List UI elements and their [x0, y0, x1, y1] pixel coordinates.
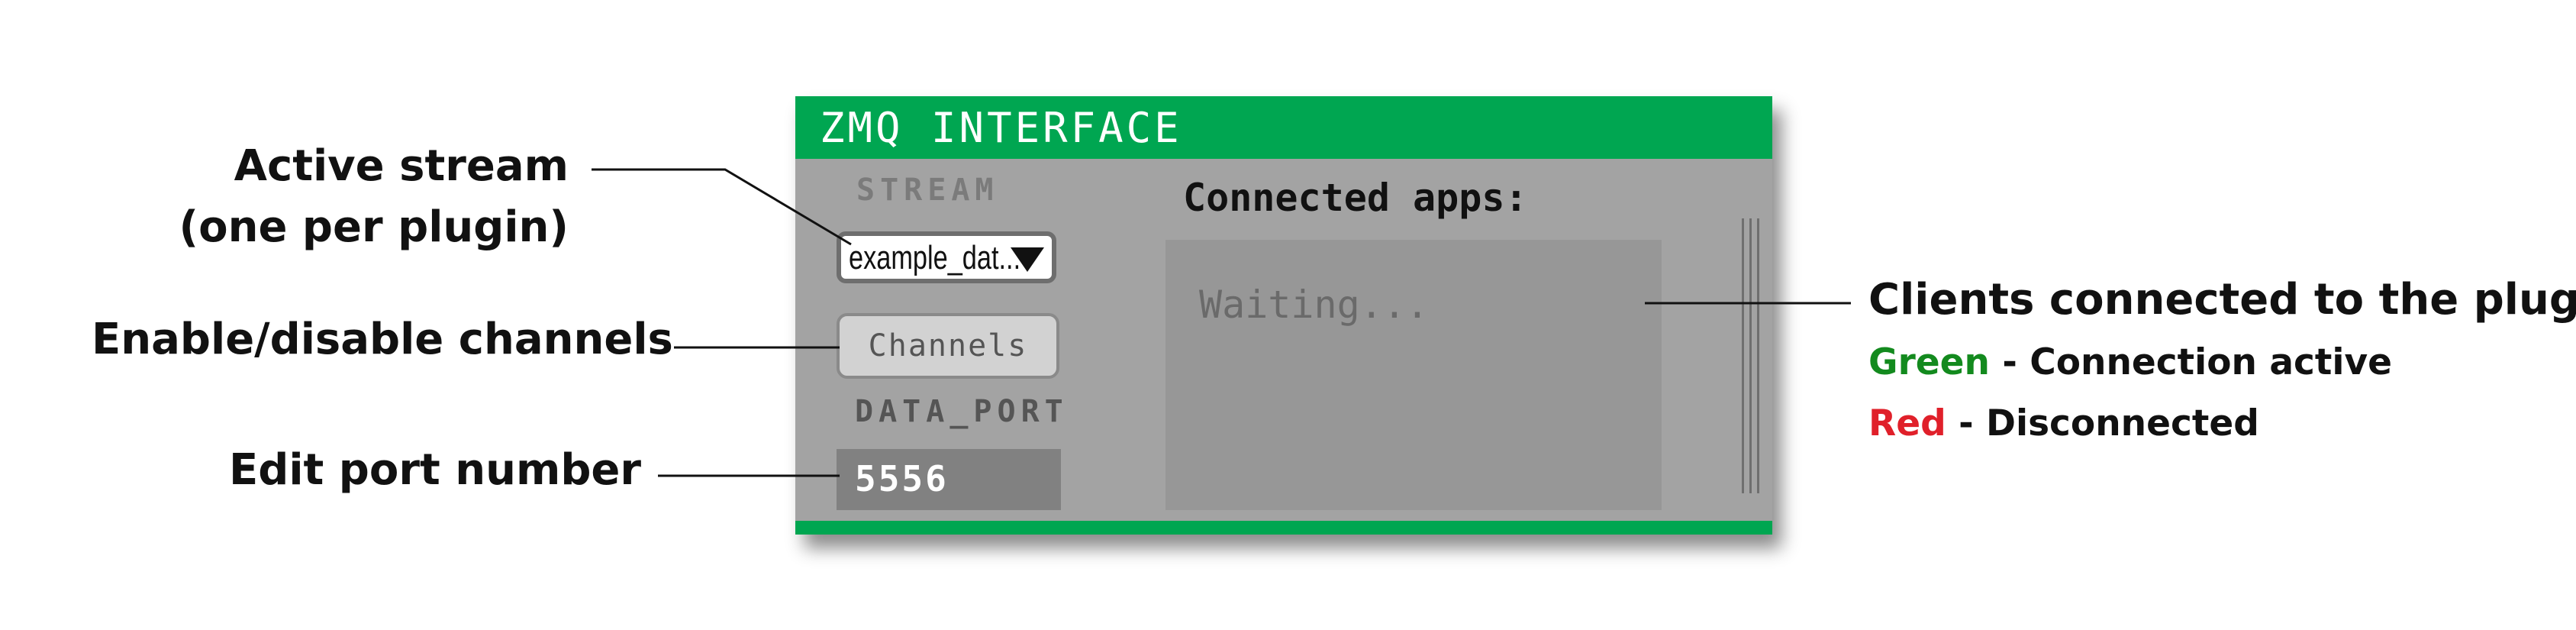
connected-apps-list: Waiting...	[1165, 240, 1662, 510]
legend-green-entry: Green - Connection active	[1868, 341, 2392, 383]
scrollbar-line	[1749, 218, 1752, 493]
panel-header: ZMQ INTERFACE	[795, 96, 1772, 159]
stream-label: STREAM	[856, 173, 999, 208]
edit-port-callout: Edit port number	[229, 445, 642, 495]
data-port-label: DATA_PORT	[855, 394, 1069, 429]
channels-button-label: Channels	[868, 328, 1028, 363]
stream-select[interactable]: example_dat...	[837, 231, 1056, 283]
data-port-input[interactable]: 5556	[837, 449, 1061, 510]
active-stream-callout-line1: Active stream	[234, 141, 569, 191]
clients-connected-callout: Clients connected to the plugin	[1868, 275, 2576, 325]
scrollbar-line	[1757, 218, 1759, 493]
panel-footer	[795, 521, 1772, 535]
legend-green-word: Green	[1868, 341, 1990, 383]
channels-button[interactable]: Channels	[837, 313, 1059, 379]
enable-channels-callout: Enable/disable channels	[92, 315, 673, 364]
connected-apps-status: Waiting...	[1199, 283, 1430, 327]
active-stream-callout: Active stream (one per plugin)	[153, 136, 569, 258]
stream-select-value: example_dat...	[849, 239, 1021, 276]
legend-red-word: Red	[1868, 402, 1946, 444]
legend-red-text: - Disconnected	[1946, 402, 2259, 444]
scrollbar[interactable]	[1740, 218, 1762, 493]
active-stream-callout-line2: (one per plugin)	[179, 202, 569, 252]
connected-apps-label: Connected apps:	[1183, 176, 1528, 220]
data-port-value: 5556	[855, 458, 949, 499]
legend-red-entry: Red - Disconnected	[1868, 402, 2259, 444]
legend-green-text: - Connection active	[1989, 341, 2393, 383]
scrollbar-line	[1742, 218, 1744, 493]
dropdown-arrow-icon	[1011, 247, 1044, 272]
panel-title: ZMQ INTERFACE	[820, 104, 1182, 152]
zmq-interface-panel: ZMQ INTERFACE STREAM example_dat... Chan…	[795, 96, 1772, 535]
